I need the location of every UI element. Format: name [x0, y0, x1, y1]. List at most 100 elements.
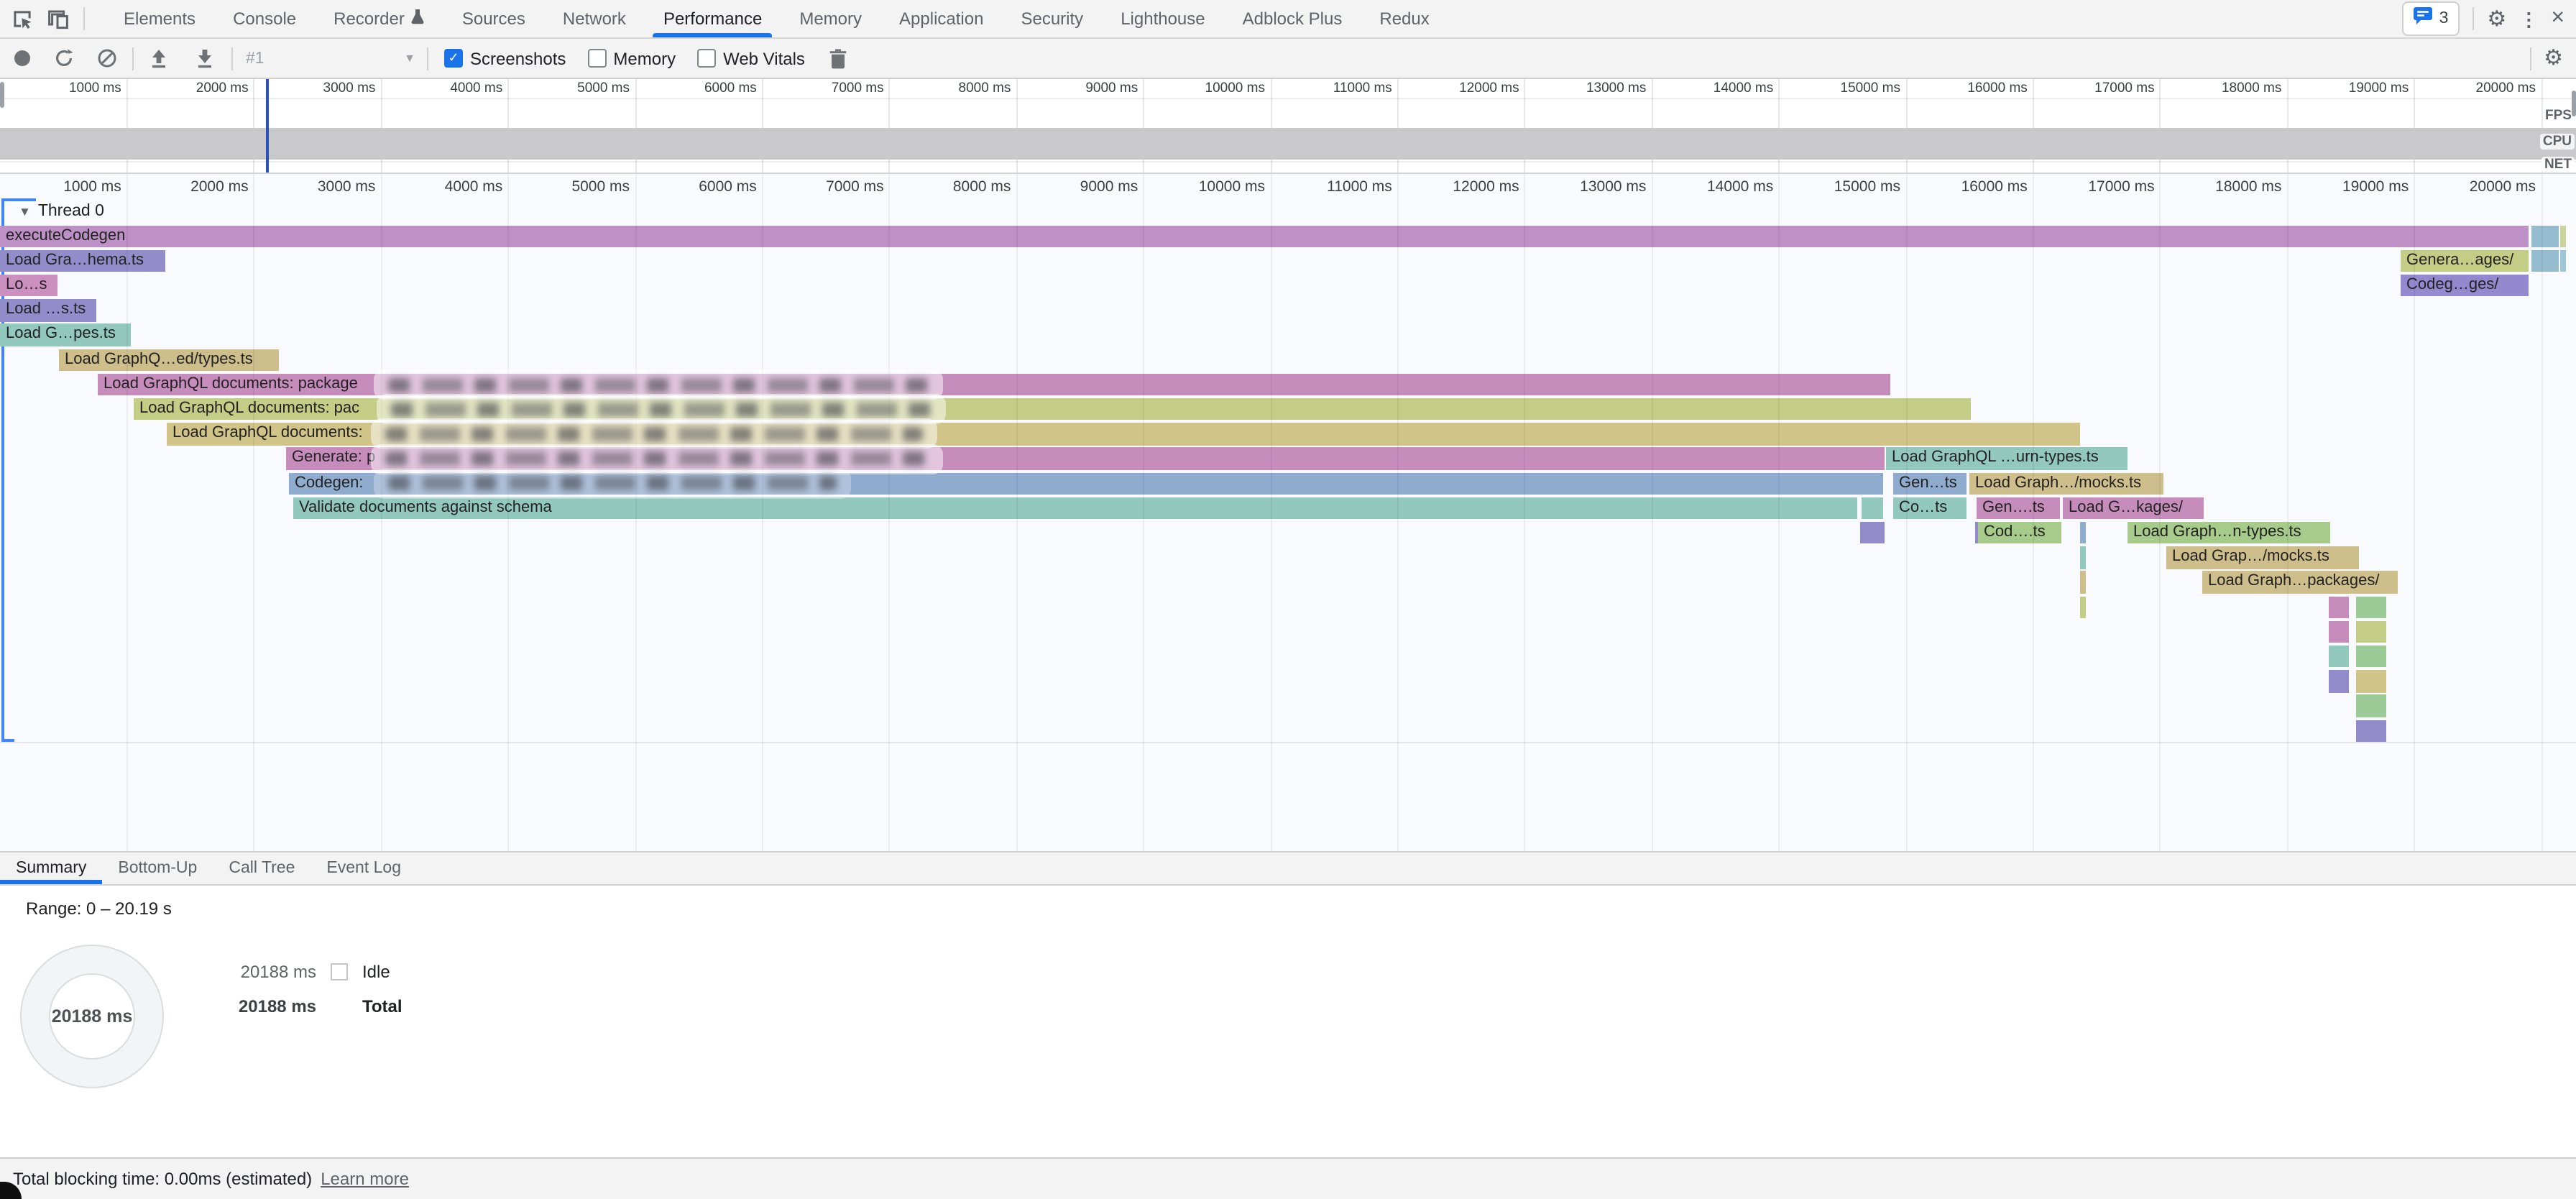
record-button[interactable] [14, 50, 30, 66]
capture-settings-gear-icon[interactable]: ⚙ [2544, 47, 2563, 69]
window-left-grip[interactable] [0, 82, 4, 108]
tab-network[interactable]: Network [544, 0, 645, 37]
flame-bar[interactable]: Load G…kages/ [2063, 497, 2204, 519]
tab-memory[interactable]: Memory [781, 0, 880, 37]
gridline [1778, 174, 1780, 851]
flame-bar[interactable] [2531, 249, 2559, 272]
flame-bar[interactable] [1860, 522, 1885, 544]
flame-bar[interactable] [2560, 249, 2566, 272]
save-profile-icon[interactable] [150, 48, 168, 68]
ruler-tick-label: 16000 ms [1961, 178, 2028, 196]
flame-bar[interactable] [2560, 225, 2566, 247]
window-right-grip[interactable] [2572, 91, 2576, 116]
total-blocking-time-text: Total blocking time: 0.00ms (estimated) [13, 1169, 312, 1189]
flame-bar[interactable] [2356, 670, 2386, 692]
flame-bar[interactable]: Lo…s [0, 275, 58, 297]
details-tab-summary[interactable]: Summary [0, 853, 102, 884]
devtools-tabbar: ElementsConsoleRecorderSourcesNetworkPer… [0, 0, 2576, 39]
flame-bar[interactable] [2356, 646, 2386, 668]
details-tab-bottom-up[interactable]: Bottom-Up [102, 853, 213, 884]
blurred-text [385, 451, 929, 466]
flame-bar[interactable]: Cod….ts [1978, 522, 2061, 544]
timeline-overview[interactable]: 1000 ms2000 ms3000 ms4000 ms5000 ms6000 … [0, 79, 2576, 174]
tab-sources[interactable]: Sources [443, 0, 544, 37]
overview-tick-label: 12000 ms [1459, 81, 1519, 96]
flame-bar[interactable] [1862, 497, 1883, 519]
tab-console[interactable]: Console [214, 0, 315, 37]
tab-performance[interactable]: Performance [645, 0, 781, 37]
trash-icon[interactable] [829, 48, 847, 68]
ruler-tick-label: 5000 ms [571, 178, 630, 196]
tab-recorder[interactable]: Recorder [315, 0, 443, 37]
device-toolbar-icon[interactable] [47, 8, 69, 29]
playhead-line[interactable] [266, 79, 269, 173]
flame-bar[interactable] [2080, 522, 2086, 544]
flame-bar[interactable]: Load G…pes.ts [0, 324, 131, 346]
legend-value: 20188 ms [211, 962, 316, 982]
flame-bar[interactable]: Load Graph…n-types.ts [2128, 522, 2330, 544]
flame-bar[interactable]: Load GraphQ…ed/types.ts [59, 349, 279, 371]
profile-select[interactable]: #1 ▼ [246, 50, 415, 67]
flame-bar[interactable]: Gen…ts [1893, 472, 1966, 495]
flame-bar[interactable] [2080, 596, 2086, 618]
ruler-tick-label: 17000 ms [2088, 178, 2154, 196]
flame-bar[interactable] [2356, 596, 2386, 618]
checkbox-box[interactable] [697, 49, 716, 68]
flame-bar[interactable]: Gen….ts [1977, 497, 2060, 519]
settings-gear-icon[interactable]: ⚙ [2487, 8, 2506, 29]
flame-bar[interactable]: Genera…ages/ [2401, 249, 2529, 272]
flask-icon [412, 9, 425, 29]
tab-elements[interactable]: Elements [105, 0, 214, 37]
tab-adblock-plus[interactable]: Adblock Plus [1224, 0, 1361, 37]
flame-bar[interactable] [2356, 620, 2386, 643]
checkbox-box[interactable]: ✓ [444, 49, 463, 68]
flame-bar-label: Load GraphQL documents: pac [139, 400, 359, 417]
kebab-menu-icon[interactable]: ⋮ [2519, 9, 2538, 28]
fps-lane-label: FPS [2542, 108, 2575, 124]
reload-and-record-icon[interactable] [55, 49, 73, 68]
flame-chart[interactable]: 1000 ms2000 ms3000 ms4000 ms5000 ms6000 … [0, 174, 2576, 851]
flame-bar[interactable] [2080, 546, 2086, 569]
tab-security[interactable]: Security [1002, 0, 1102, 37]
flame-bar[interactable]: Load GraphQL documents: package [98, 373, 1890, 395]
flame-bar[interactable]: Codeg…ges/ [2401, 275, 2529, 297]
flame-bar[interactable]: Load Graph…/mocks.ts [1969, 472, 2163, 495]
checkbox-box[interactable] [587, 49, 606, 68]
issues-badge[interactable]: 3 [2402, 1, 2460, 36]
flame-bar[interactable] [2356, 720, 2386, 742]
flame-bar[interactable]: Validate documents against schema [293, 497, 1857, 519]
flame-bar[interactable] [2329, 646, 2349, 668]
close-icon[interactable]: × [2551, 7, 2564, 30]
flame-bar[interactable]: Load Gra…hema.ts [0, 249, 165, 272]
flame-bar-label: Genera…ages/ [2406, 251, 2513, 268]
flame-bar-label: Load GraphQL …urn-types.ts [1892, 449, 2099, 467]
load-profile-icon[interactable] [196, 48, 214, 68]
checkbox-memory[interactable]: Memory [587, 48, 676, 68]
thread-header[interactable]: ▼ Thread 0 [19, 203, 104, 220]
tab-application[interactable]: Application [880, 0, 1002, 37]
checkbox-web-vitals[interactable]: Web Vitals [697, 48, 805, 68]
flame-bar[interactable] [2329, 596, 2349, 618]
details-tab-call-tree[interactable]: Call Tree [213, 853, 310, 884]
summary-pane: Range: 0 – 20.19 s 20188 ms 20188 msIdle… [0, 887, 2576, 1157]
learn-more-link[interactable]: Learn more [321, 1169, 409, 1189]
flame-bar[interactable]: Load GraphQL …urn-types.ts [1886, 448, 2128, 470]
tab-redux[interactable]: Redux [1361, 0, 1448, 37]
flame-bar[interactable] [2080, 571, 2086, 594]
flame-bar[interactable] [2329, 670, 2349, 692]
flame-bar[interactable]: executeCodegen [0, 225, 2529, 247]
tab-lighthouse[interactable]: Lighthouse [1102, 0, 1223, 37]
flame-bar[interactable]: Load Grap…/mocks.ts [2166, 546, 2359, 569]
flame-bar[interactable]: Load …s.ts [0, 299, 96, 321]
checkbox-screenshots[interactable]: ✓Screenshots [444, 48, 566, 68]
flame-bar[interactable]: Co…ts [1893, 497, 1966, 519]
flame-bar[interactable] [2531, 225, 2559, 247]
details-tab-event-log[interactable]: Event Log [310, 853, 417, 884]
inspect-element-icon[interactable] [12, 8, 33, 29]
overview-tick-label: 14000 ms [1714, 81, 1773, 96]
flame-bar[interactable] [2329, 620, 2349, 643]
ruler-tick-label: 19000 ms [2342, 178, 2409, 196]
flame-bar[interactable] [2356, 695, 2386, 717]
flame-bar[interactable]: Load Graph…packages/ [2202, 571, 2398, 594]
clear-icon[interactable] [98, 49, 116, 68]
